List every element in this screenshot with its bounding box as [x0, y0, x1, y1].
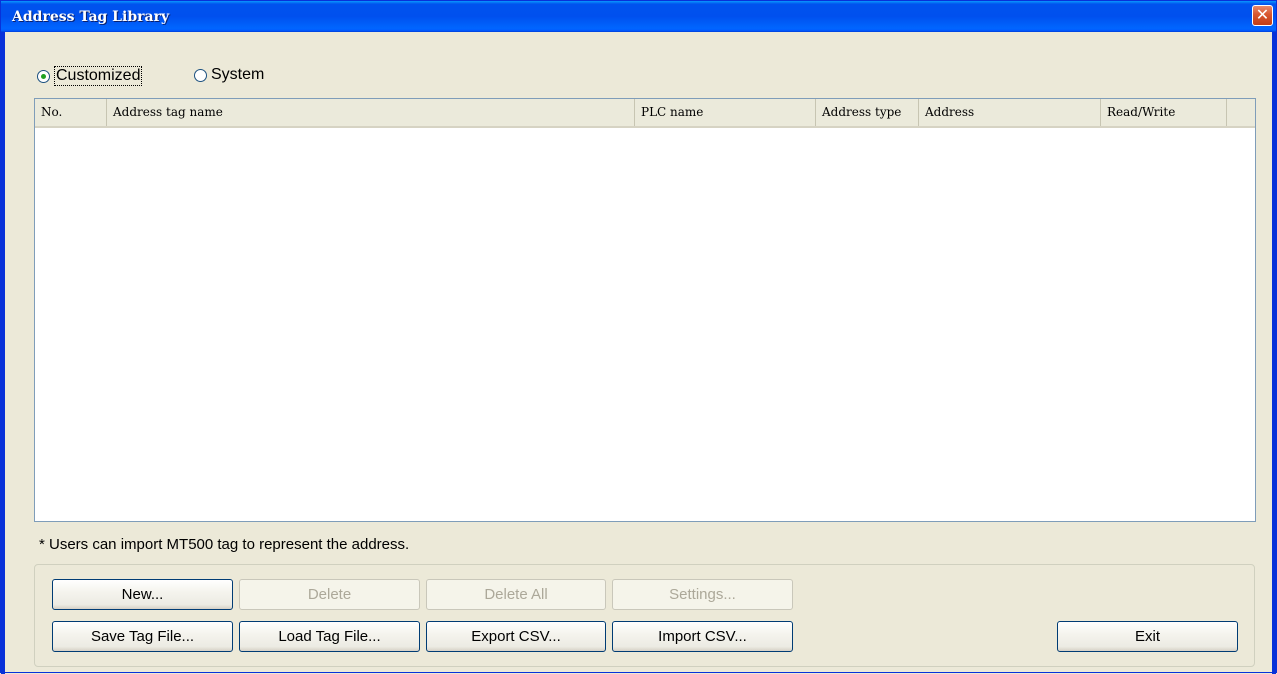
column-header-read-write[interactable]: Read/Write [1101, 99, 1227, 126]
table-header: No. Address tag name PLC name Address ty… [35, 99, 1255, 128]
radio-selected-dot [41, 73, 46, 79]
title-bar[interactable]: Address Tag Library ✕ [1, 1, 1276, 32]
radio-system-label[interactable]: System [211, 66, 264, 84]
import-note: * Users can import MT500 tag to represen… [39, 536, 410, 553]
radio-customized-label[interactable]: Customized [54, 66, 143, 86]
export-csv-button[interactable]: Export CSV... [426, 621, 606, 652]
radio-customized-indicator[interactable] [37, 69, 50, 83]
radio-system[interactable]: System [194, 66, 264, 84]
load-tag-file-button[interactable]: Load Tag File... [239, 621, 420, 652]
radio-customized[interactable]: Customized [37, 66, 143, 86]
close-icon: ✕ [1255, 5, 1270, 24]
window-border-right [1272, 32, 1276, 674]
exit-button[interactable]: Exit [1057, 621, 1238, 652]
address-tag-table[interactable]: No. Address tag name PLC name Address ty… [34, 98, 1256, 522]
delete-all-button[interactable]: Delete All [426, 579, 606, 610]
import-csv-button[interactable]: Import CSV... [612, 621, 793, 652]
save-tag-file-button[interactable]: Save Tag File... [52, 621, 233, 652]
close-button[interactable]: ✕ [1252, 5, 1273, 26]
delete-button[interactable]: Delete [239, 579, 420, 610]
column-header-address[interactable]: Address [919, 99, 1101, 126]
new-button[interactable]: New... [52, 579, 233, 610]
table-body[interactable] [35, 128, 1255, 521]
column-header-address-type[interactable]: Address type [816, 99, 919, 126]
column-header-address-tag-name[interactable]: Address tag name [107, 99, 635, 126]
window-border-left [1, 32, 5, 674]
address-tag-library-window: Address Tag Library ✕ Customized System … [0, 0, 1277, 674]
window-title: Address Tag Library [12, 9, 170, 25]
column-header-no[interactable]: No. [35, 99, 107, 126]
column-header-plc-name[interactable]: PLC name [635, 99, 816, 126]
radio-system-indicator[interactable] [194, 68, 207, 82]
settings-button[interactable]: Settings... [612, 579, 793, 610]
